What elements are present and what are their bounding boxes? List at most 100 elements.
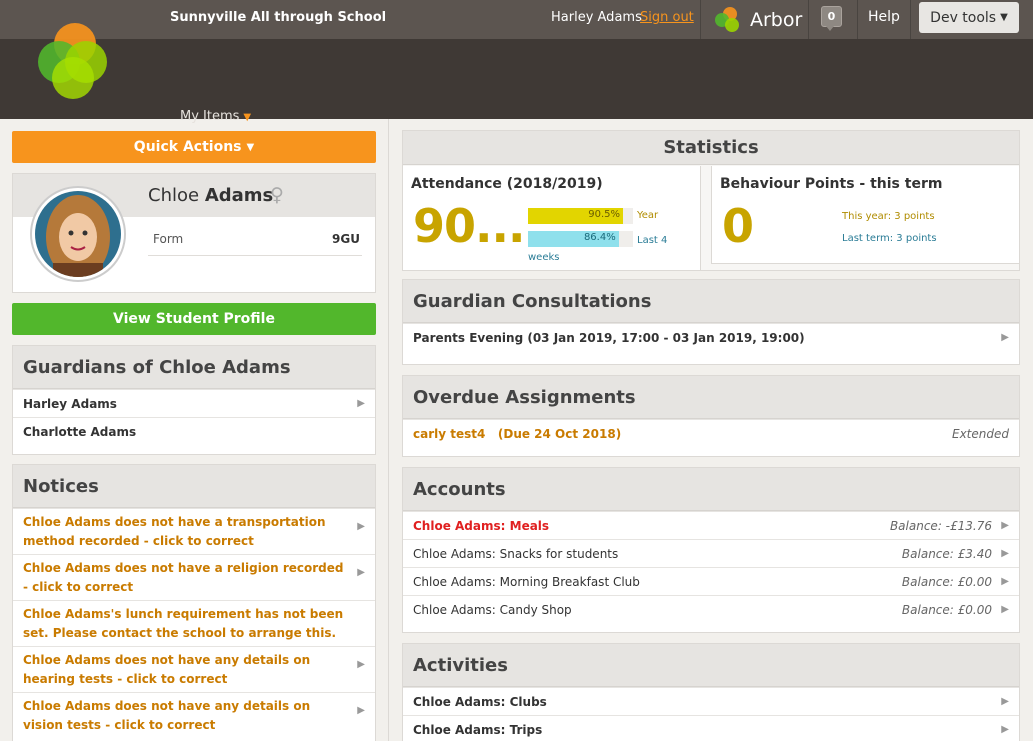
assignment-name: carly test4 (Due 24 Oct 2018) bbox=[413, 426, 622, 441]
brand-name: Arbor bbox=[750, 8, 803, 31]
notice-text: Chloe Adams does not have any details on… bbox=[23, 698, 311, 732]
assignment-status: Extended bbox=[952, 426, 1009, 441]
statistics-title: Statistics bbox=[403, 131, 1019, 165]
arrow-right-icon: ▶ bbox=[1001, 520, 1009, 531]
arrow-right-icon: ▶ bbox=[1001, 548, 1009, 559]
arrow-right-icon: ▶ bbox=[1001, 696, 1009, 707]
behaviour-card[interactable]: Behaviour Points - this term 0 This year… bbox=[711, 166, 1019, 264]
account-name: Chloe Adams: Snacks for students bbox=[413, 546, 619, 561]
behaviour-big-value: 0 bbox=[722, 199, 755, 253]
activities-panel: Activities Chloe Adams: Clubs ▶ Chloe Ad… bbox=[402, 643, 1020, 741]
activity-name: Chloe Adams: Trips bbox=[413, 722, 543, 737]
arrow-right-icon: ▶ bbox=[1001, 604, 1009, 615]
notice-text: Chloe Adams's lunch requirement has not … bbox=[23, 606, 344, 640]
attendance-big-value: 90.... bbox=[413, 199, 542, 253]
notice-item[interactable]: Chloe Adams does not have a transportati… bbox=[13, 508, 375, 554]
dev-tools-button[interactable]: Dev tools ▼ bbox=[919, 2, 1019, 33]
divider bbox=[857, 0, 858, 39]
attendance-bar-year-label: 90.5% bbox=[588, 209, 621, 220]
arrow-right-icon: ▶ bbox=[357, 521, 365, 532]
divider bbox=[910, 0, 911, 39]
student-first-name: Chloe bbox=[148, 185, 200, 206]
behaviour-this-year: This year: 3 points bbox=[842, 211, 935, 222]
overdue-title: Overdue Assignments bbox=[403, 376, 1019, 419]
guardian-name: Charlotte Adams bbox=[23, 424, 137, 439]
student-card: Chloe Adams ♀ Form 9GU bbox=[12, 173, 376, 293]
account-row[interactable]: Chloe Adams: Meals Balance: -£13.76 ▶ bbox=[403, 511, 1019, 539]
quick-actions-label: Quick Actions bbox=[133, 139, 242, 155]
school-logo[interactable] bbox=[30, 14, 116, 100]
account-row[interactable]: Chloe Adams: Morning Breakfast Club Bala… bbox=[403, 567, 1019, 595]
view-student-profile-button[interactable]: View Student Profile bbox=[12, 303, 376, 335]
attendance-bar-year: 90.5% bbox=[528, 208, 624, 224]
notice-item[interactable]: Chloe Adams does not have a religion rec… bbox=[13, 554, 375, 600]
account-balance: Balance: £3.40 bbox=[901, 546, 992, 561]
arrow-right-icon: ▶ bbox=[357, 705, 365, 716]
guardian-name: Harley Adams bbox=[23, 396, 117, 411]
consultations-panel: Guardian Consultations Parents Evening (… bbox=[402, 279, 1020, 365]
accounts-panel: Accounts Chloe Adams: Meals Balance: -£1… bbox=[402, 467, 1020, 633]
account-name: Chloe Adams: Candy Shop bbox=[413, 602, 572, 617]
activity-row[interactable]: Chloe Adams: Trips ▶ bbox=[403, 715, 1019, 741]
arbor-logo-icon bbox=[715, 6, 739, 32]
attendance-card[interactable]: Attendance (2018/2019) 90.... 90.5% Year… bbox=[403, 166, 701, 270]
form-label: Form bbox=[153, 232, 184, 246]
arrow-right-icon: ▶ bbox=[357, 659, 365, 670]
student-photo-icon bbox=[35, 191, 121, 277]
column-divider bbox=[388, 119, 389, 741]
avatar[interactable] bbox=[30, 186, 126, 282]
my-items-menu[interactable]: My Items ▼ bbox=[180, 109, 251, 124]
notice-text: Chloe Adams does not have a transportati… bbox=[23, 514, 326, 548]
notification-tail bbox=[826, 26, 834, 31]
attendance-bar-recent-caption: Last 4 weeks bbox=[528, 235, 668, 263]
caret-down-icon: ▼ bbox=[1000, 12, 1008, 23]
notices-title: Notices bbox=[13, 465, 375, 508]
notice-item[interactable]: Chloe Adams does not have any details on… bbox=[13, 646, 375, 692]
arbor-brand[interactable]: Arbor bbox=[710, 0, 802, 39]
activity-row[interactable]: Chloe Adams: Clubs ▶ bbox=[403, 687, 1019, 715]
attendance-bar-year-caption: Year bbox=[637, 210, 659, 221]
caret-down-icon: ▼ bbox=[243, 112, 252, 123]
account-balance: Balance: -£13.76 bbox=[889, 518, 992, 533]
account-name: Chloe Adams: Morning Breakfast Club bbox=[413, 574, 640, 589]
overdue-panel: Overdue Assignments carly test4 (Due 24 … bbox=[402, 375, 1020, 457]
my-items-label: My Items bbox=[180, 109, 240, 124]
female-icon: ♀ bbox=[270, 184, 284, 206]
arrow-right-icon: ▶ bbox=[1001, 332, 1009, 343]
school-name: Sunnyville All through School bbox=[170, 10, 387, 25]
attendance-title: Attendance (2018/2019) bbox=[411, 176, 603, 192]
dev-tools-label: Dev tools bbox=[930, 9, 997, 26]
statistics-panel: Statistics Attendance (2018/2019) 90....… bbox=[402, 130, 1020, 271]
assignment-row[interactable]: carly test4 (Due 24 Oct 2018) Extended bbox=[403, 419, 1019, 447]
behaviour-title: Behaviour Points - this term bbox=[720, 176, 943, 192]
top-bar: Sunnyville All through School Harley Ada… bbox=[0, 0, 1033, 39]
activity-name: Chloe Adams: Clubs bbox=[413, 694, 547, 709]
caret-down-icon: ▼ bbox=[246, 141, 255, 153]
arrow-right-icon: ▶ bbox=[1001, 724, 1009, 735]
notices-panel: Notices Chloe Adams does not have a tran… bbox=[12, 464, 376, 741]
account-balance: Balance: £0.00 bbox=[901, 602, 992, 617]
quick-actions-button[interactable]: Quick Actions ▼ bbox=[12, 131, 376, 163]
form-value: 9GU bbox=[332, 232, 360, 246]
sign-out-link[interactable]: Sign out bbox=[640, 10, 694, 25]
nav-bar: My Items ▼ bbox=[0, 39, 1033, 124]
behaviour-last-term: Last term: 3 points bbox=[842, 233, 937, 244]
account-row[interactable]: Chloe Adams: Candy Shop Balance: £0.00 ▶ bbox=[403, 595, 1019, 623]
guardian-row[interactable]: Charlotte Adams bbox=[13, 417, 375, 445]
form-row: Form 9GU bbox=[148, 224, 362, 256]
guardian-row[interactable]: Harley Adams ▶ bbox=[13, 389, 375, 417]
student-name: Chloe Adams bbox=[148, 185, 273, 206]
account-row[interactable]: Chloe Adams: Snacks for students Balance… bbox=[403, 539, 1019, 567]
notification-badge[interactable]: 0 bbox=[821, 6, 842, 27]
user-name: Harley Adams bbox=[551, 10, 642, 25]
help-link[interactable]: Help bbox=[868, 9, 900, 25]
divider bbox=[700, 0, 701, 39]
arrow-right-icon: ▶ bbox=[357, 398, 365, 409]
consultation-text: Parents Evening (03 Jan 2019, 17:00 - 03… bbox=[413, 330, 805, 345]
account-balance: Balance: £0.00 bbox=[901, 574, 992, 589]
student-last-name: Adams bbox=[204, 185, 274, 206]
guardians-title: Guardians of Chloe Adams bbox=[13, 346, 375, 389]
consultation-row[interactable]: Parents Evening (03 Jan 2019, 17:00 - 03… bbox=[403, 323, 1019, 351]
notice-text: Chloe Adams does not have a religion rec… bbox=[23, 560, 344, 594]
notice-item[interactable]: Chloe Adams does not have any details on… bbox=[13, 692, 375, 738]
